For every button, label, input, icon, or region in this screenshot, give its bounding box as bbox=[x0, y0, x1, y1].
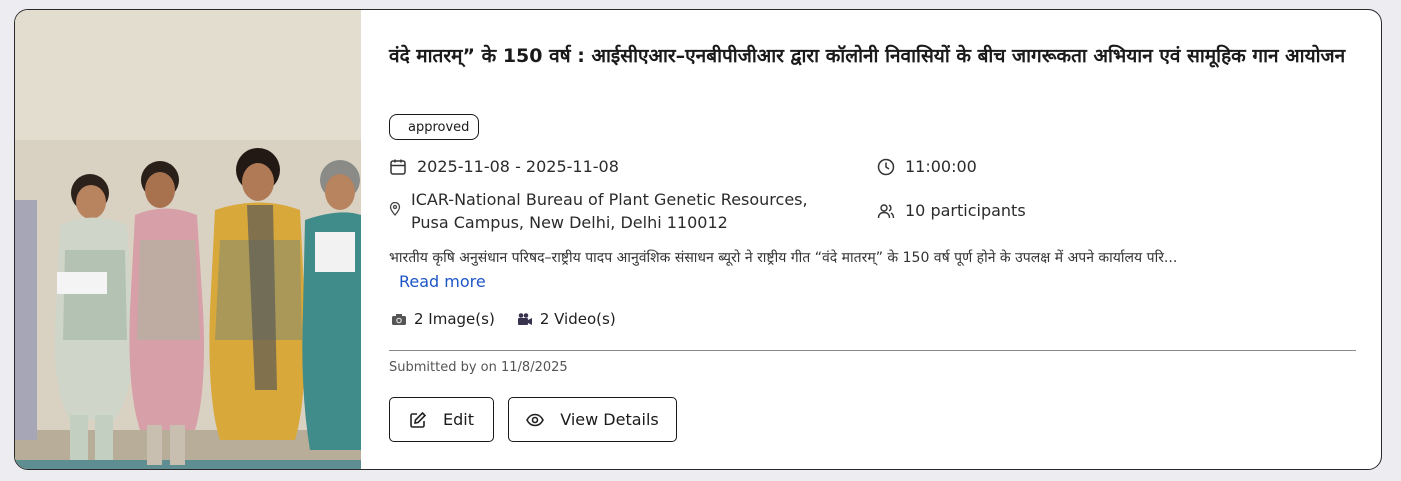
read-more-link[interactable]: Read more bbox=[399, 272, 486, 291]
event-card: वंदे मातरम्” के 150 वर्ष : आईसीएआर–एनबीप… bbox=[14, 9, 1382, 470]
view-details-button[interactable]: View Details bbox=[508, 397, 677, 442]
time-text: 11:00:00 bbox=[905, 157, 977, 176]
pencil-square-icon bbox=[409, 411, 427, 429]
event-participants: 10 participants bbox=[877, 201, 1026, 220]
event-time: 11:00:00 bbox=[877, 157, 977, 176]
view-details-label: View Details bbox=[560, 410, 659, 429]
videos-count: 2 Video(s) bbox=[539, 310, 616, 328]
event-photo[interactable] bbox=[15, 10, 361, 469]
camera-icon bbox=[391, 312, 407, 326]
location-text: ICAR-National Bureau of Plant Genetic Re… bbox=[411, 190, 808, 232]
media-summary: 2 Image(s) 2 Video(s) bbox=[391, 310, 616, 328]
date-range-text: 2025-11-08 - 2025-11-08 bbox=[417, 157, 619, 176]
divider bbox=[389, 350, 1356, 351]
calendar-icon bbox=[389, 158, 407, 176]
users-icon bbox=[877, 202, 895, 220]
status-badge: approved bbox=[389, 114, 480, 140]
eye-icon bbox=[526, 411, 545, 429]
event-details: वंदे मातरम्” के 150 वर्ष : आईसीएआर–एनबीप… bbox=[389, 10, 1356, 469]
map-pin-icon bbox=[389, 202, 401, 220]
edit-button[interactable]: Edit bbox=[389, 397, 494, 442]
event-description: भारतीय कृषि अनुसंधान परिषद–राष्ट्रीय पाद… bbox=[389, 250, 1178, 266]
images-count: 2 Image(s) bbox=[414, 310, 495, 328]
event-title: वंदे मातरम्” के 150 वर्ष : आईसीएआर–एनबीप… bbox=[389, 45, 1346, 67]
event-location: ICAR-National Bureau of Plant Genetic Re… bbox=[389, 188, 841, 234]
participants-text: 10 participants bbox=[905, 201, 1026, 220]
edit-button-label: Edit bbox=[443, 410, 474, 429]
video-camera-icon bbox=[517, 312, 533, 326]
submitted-info: Submitted by on 11/8/2025 bbox=[389, 360, 568, 375]
clock-icon bbox=[877, 158, 895, 176]
event-date: 2025-11-08 - 2025-11-08 bbox=[389, 157, 619, 176]
